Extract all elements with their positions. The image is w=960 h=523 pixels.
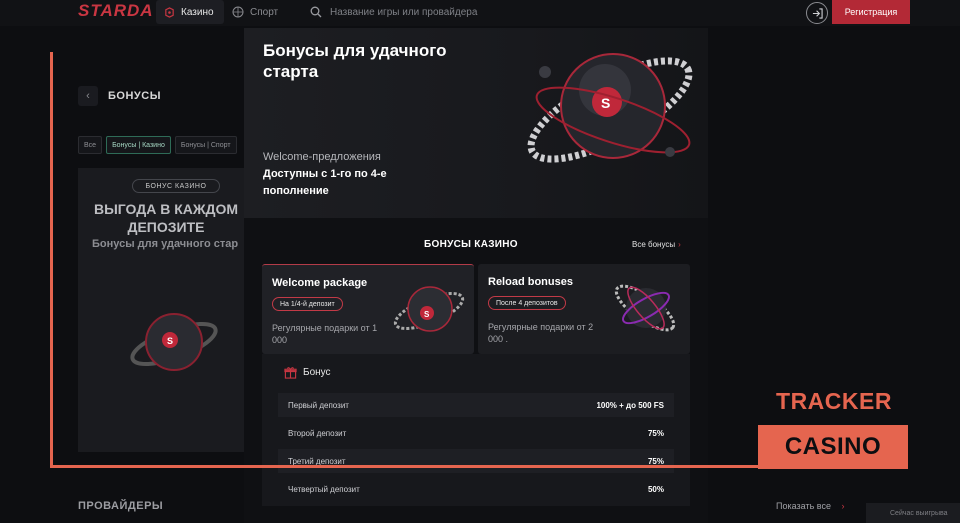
bonus-row-label: Четвертый депозит [288,484,360,494]
search-icon [310,6,322,18]
watermark-frame-vertical [50,52,53,468]
bonus-row: Третий депозит 75% [278,449,674,473]
bonus-row: Четвертый депозит 50% [278,477,674,501]
filter-sport[interactable]: Бонусы | Спорт [174,136,237,154]
ball-icon [232,6,244,18]
nav-sport[interactable]: Спорт [232,0,278,24]
card-description: Регулярные подарки от 1 000 [272,323,378,345]
show-all-label: Показать все [776,501,831,511]
providers-title: ПРОВАЙДЕРЫ [78,500,164,512]
gift-icon [284,367,297,379]
login-button[interactable] [806,2,828,24]
bonus-row: Второй депозит 75% [278,421,674,445]
chevron-right-icon: › [841,501,845,511]
card-description: Регулярные подарки от 2 000 . [488,322,594,344]
nav-sport-label: Спорт [250,6,279,18]
deposit-sphere-image: S [527,53,693,163]
promo-badge: БОНУС КАЗИНО [132,179,220,193]
filter-casino[interactable]: Бонусы | Казино [106,136,171,154]
card-welcome-package[interactable]: Welcome package На 1/4-й депозит Регуляр… [262,264,474,354]
welcome-sphere-image: S [393,286,465,332]
nav-casino[interactable]: Казино [156,0,224,24]
watermark-tracker: TRACKER [760,384,908,418]
reload-sphere-image [614,284,676,332]
card-reload-bonuses[interactable]: Reload bonuses После 4 депозитов Регуляр… [478,264,690,354]
card-tag: После 4 депозитов [488,296,566,310]
bonus-row-label: Второй депозит [288,428,347,438]
bonus-table-title: Бонус [303,367,331,378]
watermark-frame-horizontal [50,465,760,468]
search-input[interactable]: Название игры или провайдера [310,0,477,24]
bonus-row-value: 50% [647,484,664,494]
page-header: ‹ БОНУСЫ [78,86,161,106]
svg-text:S: S [167,336,173,346]
hero-description: Доступны с 1-го по 4-е пополнение [263,168,387,197]
login-icon [812,7,823,19]
promo-subtitle: Бонусы для удачного стар [92,238,239,250]
chevron-left-icon: ‹ [86,90,90,102]
chevron-right-icon: › [678,240,681,249]
logo[interactable]: STARDA [78,0,154,22]
all-bonuses-link[interactable]: Все бонусы › [632,240,681,249]
page-title: БОНУСЫ [108,90,161,102]
bonus-row: Первый депозит 100% + до 500 FS [278,393,674,417]
bonus-table-header: Бонус [284,366,331,379]
hero-title: Бонусы для удачного старта [263,41,447,81]
promo-title: ВЫГОДА В КАЖДОМ ДЕПОЗИТЕ [93,201,239,235]
nav-casino-label: Казино [181,6,214,18]
casino-icon [165,6,174,18]
hero-label: Welcome-предложения [263,151,381,163]
bonus-row-value: 75% [647,428,664,438]
filter-tabs: Все Бонусы | Казино Бонусы | Спорт [78,136,237,154]
section-title: БОНУСЫ КАЗИНО [424,239,518,250]
card-title: Welcome package [272,277,368,289]
winning-now-widget[interactable]: Сейчас выигрыва [866,503,960,523]
promo-sphere-image: S [130,313,218,371]
card-title: Reload bonuses [488,276,573,288]
show-all-link[interactable]: Показать все › [776,501,844,511]
all-bonuses-label: Все бонусы [632,240,676,249]
bonus-row-value: 100% + до 500 FS [596,400,664,410]
watermark-casino: CASINO [758,425,908,469]
filter-all[interactable]: Все [78,136,103,154]
bonus-row-label: Первый депозит [288,400,349,410]
search-placeholder: Название игры или провайдера [330,6,478,18]
back-button[interactable]: ‹ [78,86,98,106]
register-button[interactable]: Регистрация [832,0,910,24]
card-tag: На 1/4-й депозит [272,297,343,311]
svg-text:S: S [601,95,610,111]
svg-text:S: S [424,310,430,319]
